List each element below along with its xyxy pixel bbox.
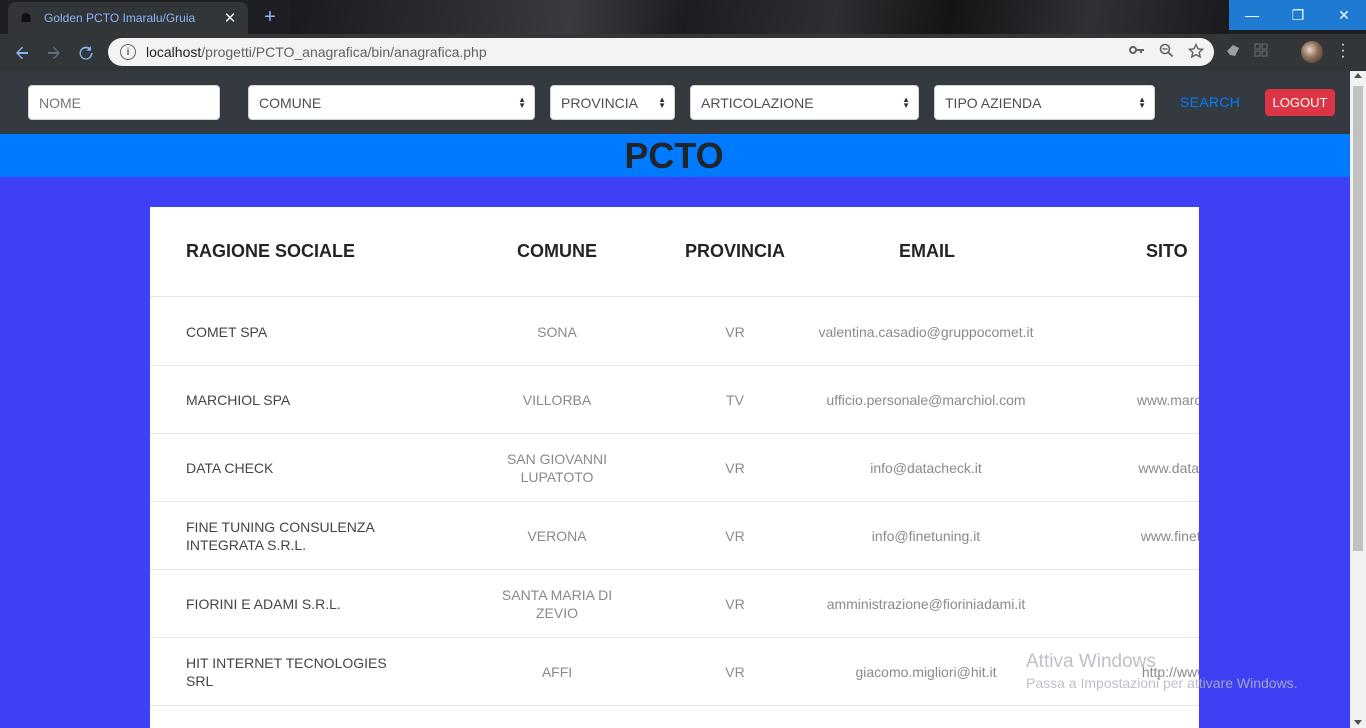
table-row[interactable]: COMET SPA SONA VR valentina.casadio@grup… (150, 298, 1199, 366)
header-provincia: PROVINCIA (685, 241, 786, 261)
logout-button[interactable]: LOGOUT (1265, 89, 1335, 116)
extension-grid-icon[interactable] (1253, 42, 1269, 61)
window-close-button[interactable]: ✕ (1321, 0, 1366, 30)
tab-close-icon[interactable]: ✕ (222, 9, 238, 27)
window-minimize-button[interactable]: — (1229, 0, 1275, 30)
articolazione-select[interactable]: ARTICOLAZIONE ▲ ▼ (690, 85, 919, 120)
window-restore-button[interactable]: ❐ (1275, 0, 1321, 30)
select-caret-icon: ▲ ▼ (902, 95, 910, 110)
page-viewport: COMUNE ▲▼ PROVINCIA ▲▼ ARTICOLAZIONE ▲▼ … (0, 71, 1350, 728)
articolazione-select-value: ARTICOLAZIONE (701, 94, 814, 111)
nome-input[interactable] (28, 85, 220, 120)
extension-icon[interactable] (1225, 42, 1241, 61)
page-scrollbar[interactable] (1350, 71, 1366, 728)
cell-comune: VILLORBA (522, 392, 592, 408)
header-sito: SITO (1146, 241, 1188, 261)
profile-avatar[interactable] (1301, 41, 1323, 63)
scroll-up-icon[interactable] (1354, 73, 1362, 78)
windows-activation-watermark: Attiva Windows Passa a Impostazioni per … (1026, 651, 1298, 691)
address-bar[interactable]: i localhost/progetti/PCTO_anagrafica/bin… (108, 38, 1214, 66)
zoom-icon[interactable] (1159, 43, 1174, 62)
cell-email: giacomo.migliori@hit.it (855, 664, 997, 680)
header-email: EMAIL (899, 241, 955, 261)
select-caret-icon: ▲ ▼ (518, 95, 526, 110)
back-arrow-icon[interactable] (9, 40, 35, 66)
cell-email: amministrazione@fioriniadami.it (826, 596, 1026, 612)
scroll-down-icon[interactable] (1354, 720, 1362, 725)
cell-comune: SAN GIOVANNI LUPATOTO (506, 451, 608, 485)
star-icon[interactable] (1187, 42, 1205, 62)
cell-comune: SANTA MARIA DI ZEVIO (501, 587, 613, 621)
cell-provincia: VR (725, 596, 745, 612)
page-banner: PCTO (0, 134, 1350, 177)
header-ragione-sociale: RAGIONE SOCIALE (186, 241, 356, 261)
cell-comune: VERONA (527, 528, 587, 544)
watermark-title: Attiva Windows (1026, 651, 1156, 672)
cell-provincia: TV (726, 392, 744, 408)
cell-sito: www.finetuni (1140, 528, 1199, 544)
table-row[interactable]: FINE TUNING CONSULENZA INTEGRATA S.R.L. … (150, 502, 1199, 570)
table-row[interactable]: DATA CHECK SAN GIOVANNI LUPATOTO VR info… (150, 434, 1199, 502)
cell-email: info@finetuning.it (871, 528, 981, 544)
theme-background (290, 0, 1230, 34)
cell-ragione-sociale: HIT INTERNET TECNOLOGIES SRL (186, 655, 387, 689)
page-title: PCTO (624, 134, 724, 176)
cell-email: info@datacheck.it (870, 460, 982, 476)
companies-table: RAGIONE SOCIALE COMUNE PROVINCIA EMAIL S… (150, 207, 1199, 728)
cell-comune: SONA (537, 324, 577, 340)
cell-ragione-sociale: MARCHIOL SPA (186, 392, 291, 408)
cell-sito: www.marchiol (1136, 392, 1199, 408)
table-header: RAGIONE SOCIALE COMUNE PROVINCIA EMAIL S… (150, 207, 1199, 297)
search-button[interactable]: SEARCH (1180, 94, 1240, 110)
cell-sito (1080, 570, 1199, 638)
cell-comune: AFFI (541, 664, 573, 680)
forward-arrow-icon[interactable] (41, 40, 67, 66)
provincia-select-value: PROVINCIA (561, 94, 639, 111)
header-comune: COMUNE (517, 241, 597, 261)
address-url: localhost/progetti/PCTO_anagrafica/bin/a… (146, 44, 487, 60)
cell-sito: www.datache (1138, 460, 1199, 476)
cell-ragione-sociale: FIORINI E ADAMI S.R.L. (186, 596, 341, 612)
cell-provincia: VR (725, 528, 745, 544)
browser-titlebar: ☗ Golden PCTO Imaralu/Gruia ✕ + — ❐ ✕ (0, 0, 1366, 34)
filter-navbar: COMUNE ▲▼ PROVINCIA ▲▼ ARTICOLAZIONE ▲▼ … (0, 71, 1350, 134)
cell-ragione-sociale: COMET SPA (186, 324, 268, 340)
tipo-azienda-select-value: TIPO AZIENDA (945, 94, 1042, 111)
comune-select[interactable]: COMUNE ▲ ▼ (248, 85, 535, 120)
reload-icon[interactable] (73, 40, 99, 66)
browser-tab[interactable]: ☗ Golden PCTO Imaralu/Gruia ✕ (8, 2, 248, 34)
cell-email: valentina.casadio@gruppocomet.it (818, 324, 1034, 340)
cell-provincia: VR (725, 664, 745, 680)
provincia-select[interactable]: PROVINCIA ▲ ▼ (550, 85, 675, 120)
info-icon[interactable]: i (120, 44, 136, 60)
favicon-icon: ☗ (20, 10, 32, 25)
key-icon[interactable] (1129, 43, 1145, 62)
scrollbar-thumb[interactable] (1353, 86, 1363, 551)
cell-ragione-sociale: FINE TUNING CONSULENZA INTEGRATA S.R.L. (186, 519, 374, 553)
tab-title: Golden PCTO Imaralu/Gruia (44, 11, 196, 25)
tipo-azienda-select[interactable]: TIPO AZIENDA ▲ ▼ (934, 85, 1155, 120)
browser-toolbar: i localhost/progetti/PCTO_anagrafica/bin… (0, 34, 1366, 71)
new-tab-button[interactable]: + (258, 5, 282, 29)
cell-sito (1080, 298, 1199, 366)
table-row[interactable]: MARCHIOL SPA VILLORBA TV ufficio.persona… (150, 366, 1199, 434)
select-caret-icon: ▲ ▼ (658, 95, 666, 110)
cell-provincia: VR (725, 460, 745, 476)
cell-provincia: VR (725, 324, 745, 340)
table-row[interactable]: FIORINI E ADAMI S.R.L. SANTA MARIA DI ZE… (150, 570, 1199, 638)
browser-menu-icon[interactable]: · · · (1338, 37, 1348, 65)
cell-ragione-sociale: DATA CHECK (186, 460, 274, 476)
comune-select-value: COMUNE (259, 94, 322, 111)
watermark-subtitle: Passa a Impostazioni per attivare Window… (1026, 675, 1298, 691)
cell-email: ufficio.personale@marchiol.com (826, 392, 1026, 408)
select-caret-icon: ▲ ▼ (1138, 95, 1146, 110)
